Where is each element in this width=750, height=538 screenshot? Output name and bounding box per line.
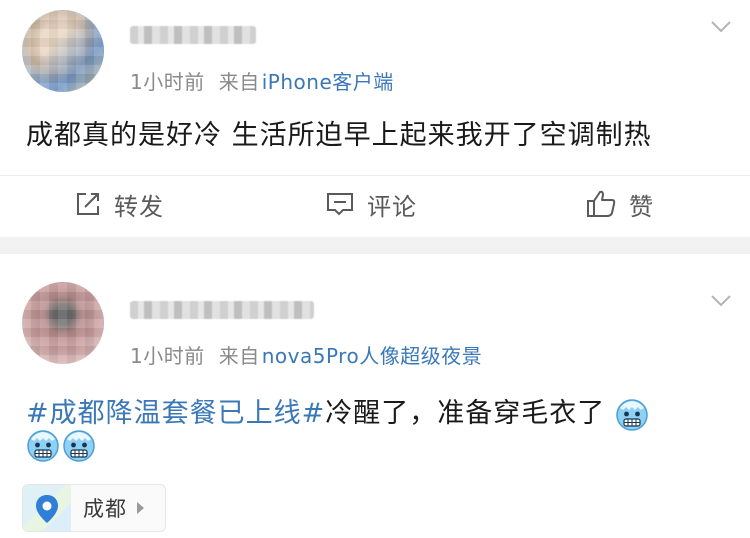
comment-button[interactable]: 评论 <box>325 186 417 222</box>
from-label: 来自 <box>218 70 260 94</box>
username-blurred[interactable] <box>130 301 314 319</box>
post-time: 1小时前 <box>130 344 205 368</box>
post-meta: 1小时前 来自 iPhone客户端 <box>130 66 394 95</box>
emoji-row <box>26 429 98 463</box>
location-map-thumbnail <box>23 485 71 531</box>
repost-label: 转发 <box>114 192 164 221</box>
post-meta: 1小时前 来自 nova5Pro人像超级夜景 <box>130 340 482 369</box>
like-label: 赞 <box>629 192 654 221</box>
comment-icon <box>327 193 353 216</box>
post-text: 成都真的是好冷 生活所迫早上起来我开了空调制热 <box>26 120 652 151</box>
like-button[interactable]: 赞 <box>585 186 654 222</box>
comment-label: 评论 <box>367 192 417 221</box>
location-tag[interactable]: 成都 <box>22 484 166 532</box>
avatar[interactable] <box>22 10 104 92</box>
post-source[interactable]: iPhone客户端 <box>262 70 394 94</box>
action-bar: 转发 评论 赞 <box>0 175 750 230</box>
weibo-post-1: 1小时前 来自 iPhone客户端 成都真的是好冷 生活所迫早上起来我开了空调制热 … <box>0 0 750 237</box>
post-divider <box>0 237 750 254</box>
like-icon <box>587 190 616 217</box>
location-label: 成都 <box>83 497 127 521</box>
weibo-post-2: 1小时前 来自 nova5Pro人像超级夜景 #成都降温套餐已上线#冷醒了，准备穿毛… <box>0 254 750 538</box>
cold-face-emoji <box>27 430 59 462</box>
chevron-down-icon[interactable] <box>710 20 732 34</box>
chevron-right-icon <box>137 502 144 514</box>
cold-face-emoji <box>616 398 648 431</box>
post-source[interactable]: nova5Pro人像超级夜景 <box>262 344 482 368</box>
cold-face-emoji <box>63 430 95 462</box>
username-blurred[interactable] <box>130 26 256 44</box>
topic-hashtag[interactable]: #成都降温套餐已上线# <box>26 398 325 429</box>
post-time: 1小时前 <box>130 70 205 94</box>
chevron-down-icon[interactable] <box>710 294 732 308</box>
post-text: #成都降温套餐已上线#冷醒了，准备穿毛衣了 <box>26 391 649 432</box>
from-label: 来自 <box>218 344 260 368</box>
repost-icon <box>77 193 99 215</box>
repost-button[interactable]: 转发 <box>74 186 164 222</box>
location-pin-icon <box>36 495 58 523</box>
post-body-text: 冷醒了，准备穿毛衣了 <box>325 398 606 429</box>
avatar[interactable] <box>22 282 104 364</box>
